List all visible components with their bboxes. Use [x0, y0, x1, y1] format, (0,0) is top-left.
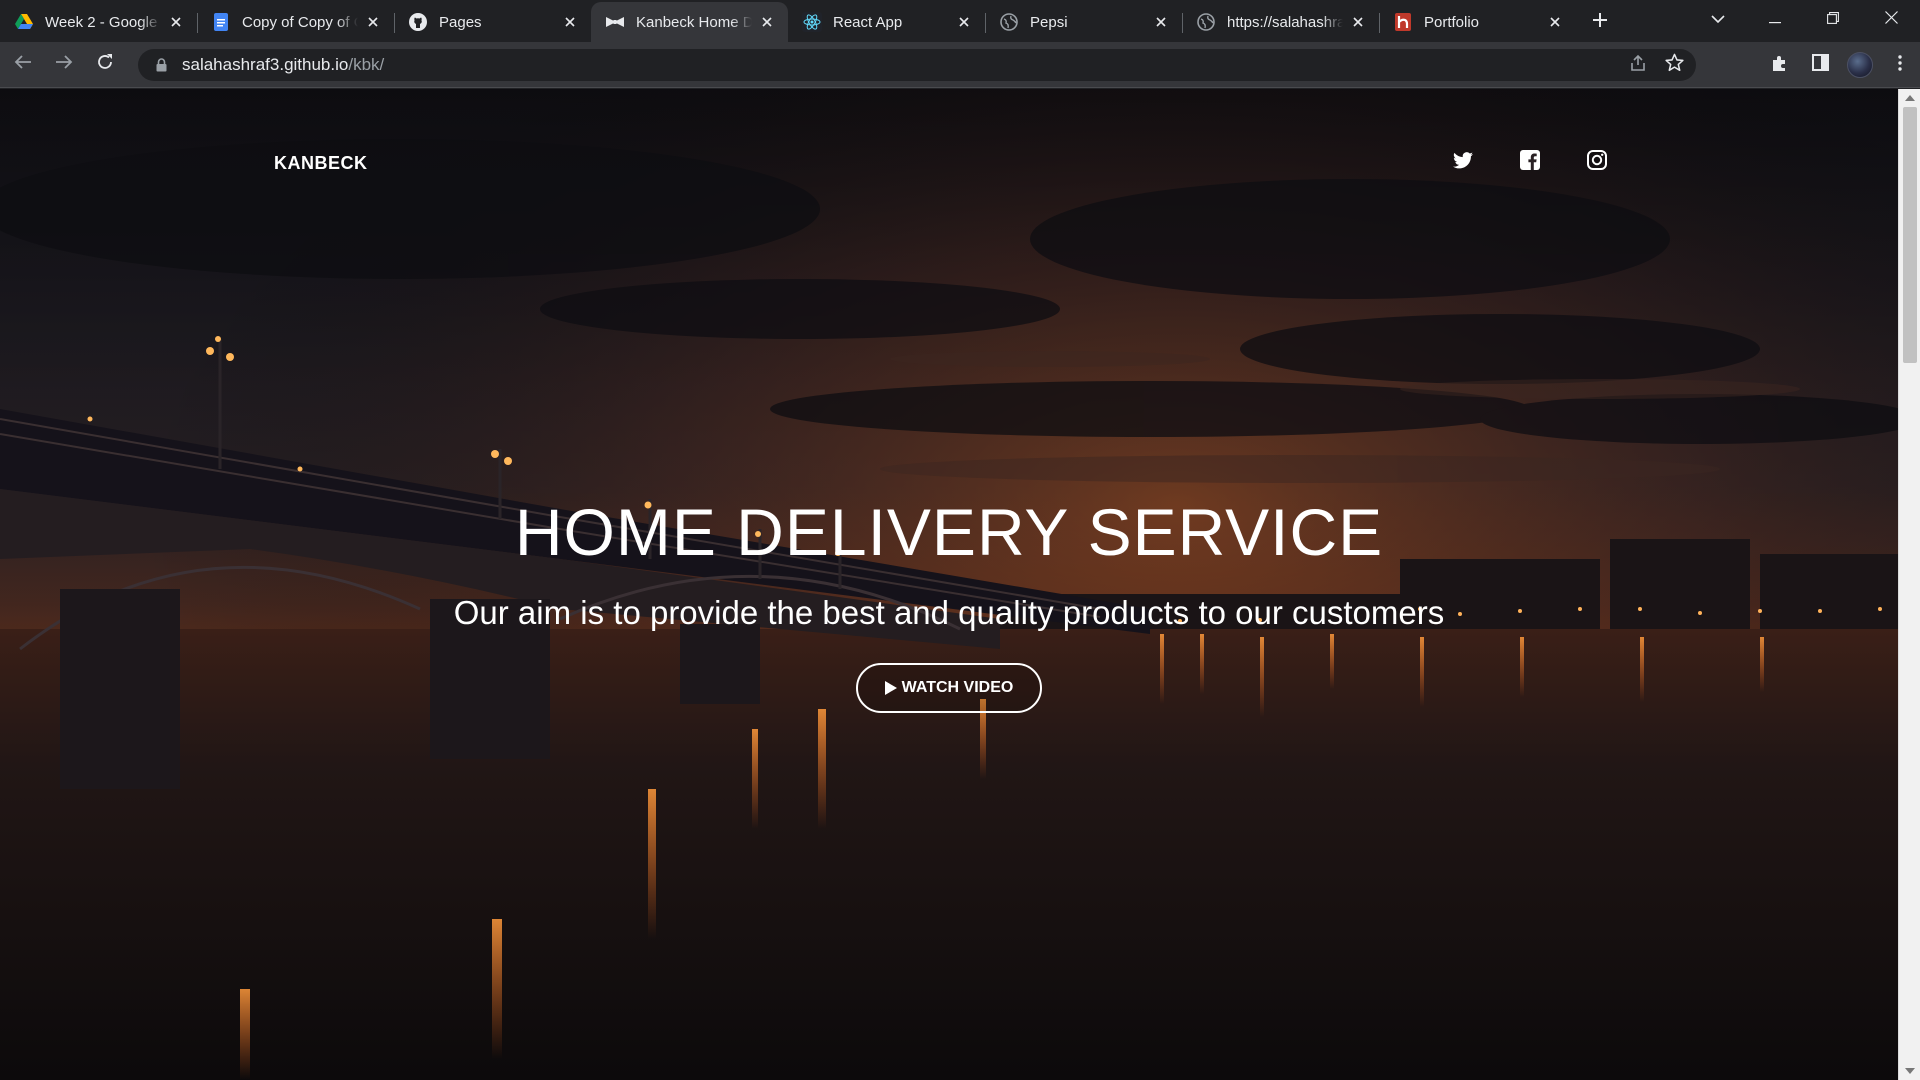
tab-portfolio[interactable]: Portfolio — [1379, 2, 1576, 42]
hero-headline: HOME DELIVERY SERVICE — [514, 495, 1384, 569]
avatar — [1847, 52, 1873, 78]
tab-list: Week 2 - Google Copy of Copy of C Pages … — [0, 2, 1620, 42]
profile-button[interactable] — [1840, 45, 1880, 85]
menu-button[interactable] — [1880, 45, 1920, 85]
tab-react-app[interactable]: React App — [788, 2, 985, 42]
browser-tab-strip: Week 2 - Google Copy of Copy of C Pages … — [0, 0, 1920, 42]
arrow-left-icon — [14, 54, 32, 75]
tab-title: React App — [833, 13, 903, 31]
arrow-right-icon — [55, 54, 73, 75]
social-links — [1452, 149, 1608, 171]
play-icon — [884, 681, 897, 695]
tab-title: Pepsi — [1030, 13, 1068, 31]
tab-title: Week 2 - Google — [45, 13, 158, 31]
globe-icon — [999, 12, 1019, 32]
omnibox-actions — [1629, 49, 1684, 81]
google-drive-icon — [14, 12, 34, 32]
scroll-down-icon[interactable] — [1905, 1068, 1915, 1074]
bookmark-star-icon[interactable] — [1665, 53, 1684, 77]
scrollbar-thumb[interactable] — [1903, 107, 1917, 363]
scroll-up-icon[interactable] — [1905, 95, 1915, 101]
twitter-icon[interactable] — [1452, 149, 1474, 171]
close-icon[interactable] — [167, 13, 185, 31]
bowtie-icon — [605, 12, 625, 32]
tab-title: Kanbeck Home D — [636, 13, 752, 31]
globe-icon — [1196, 12, 1216, 32]
reload-icon — [96, 53, 114, 76]
tab-pages[interactable]: Pages — [394, 2, 591, 42]
url-text: salahashraf3.github.io/kbk/ — [182, 55, 384, 75]
forward-button[interactable] — [46, 47, 82, 83]
lock-icon[interactable] — [152, 56, 170, 74]
side-panel-button[interactable] — [1800, 45, 1840, 85]
tab-pepsi[interactable]: Pepsi — [985, 2, 1182, 42]
react-icon — [802, 12, 822, 32]
back-button[interactable] — [5, 47, 41, 83]
tab-title: https://salahashra — [1227, 13, 1343, 31]
page-scrollbar[interactable] — [1898, 89, 1920, 1080]
google-docs-icon — [211, 12, 231, 32]
tab-search-button[interactable] — [1698, 6, 1738, 34]
facebook-icon[interactable] — [1519, 149, 1541, 171]
tab-title: Pages — [439, 13, 482, 31]
close-icon[interactable] — [1546, 13, 1564, 31]
reload-button[interactable] — [87, 47, 123, 83]
tab-week2[interactable]: Week 2 - Google — [0, 2, 197, 42]
close-icon[interactable] — [1349, 13, 1367, 31]
url-host: salahashraf3.github.io — [182, 55, 349, 74]
close-icon — [1884, 11, 1898, 29]
watch-video-button[interactable]: WATCH VIDEO — [856, 663, 1042, 713]
watch-video-label: WATCH VIDEO — [901, 679, 1014, 696]
close-icon[interactable] — [955, 13, 973, 31]
close-icon[interactable] — [758, 13, 776, 31]
address-bar[interactable]: salahashraf3.github.io/kbk/ — [138, 49, 1696, 81]
tab-title: Copy of Copy of C — [242, 13, 358, 31]
close-window-button[interactable] — [1862, 0, 1920, 40]
hero-background-image — [0, 89, 1898, 1080]
new-tab-button[interactable] — [1580, 2, 1620, 42]
instagram-icon[interactable] — [1586, 149, 1608, 171]
restore-icon — [1827, 11, 1839, 29]
share-icon[interactable] — [1629, 54, 1647, 77]
tab-copy-of-copy[interactable]: Copy of Copy of C — [197, 2, 394, 42]
close-icon[interactable] — [561, 13, 579, 31]
brand-logo[interactable]: KANBECK — [274, 153, 368, 174]
minimize-button[interactable] — [1746, 0, 1804, 40]
page-viewport: KANBECK HOME DELIVERY SERVICE Our aim is… — [0, 89, 1898, 1080]
browser-toolbar: salahashraf3.github.io/kbk/ — [0, 42, 1920, 88]
heroku-icon — [1393, 12, 1413, 32]
chevron-down-icon — [1711, 11, 1725, 29]
url-path: /kbk/ — [348, 55, 385, 74]
restore-button[interactable] — [1804, 0, 1862, 40]
tab-salahashraf[interactable]: https://salahashra — [1182, 2, 1379, 42]
kebab-menu-icon — [1898, 54, 1902, 76]
hero-section: KANBECK HOME DELIVERY SERVICE Our aim is… — [0, 89, 1898, 1080]
toolbar-right — [1760, 42, 1920, 88]
close-icon[interactable] — [364, 13, 382, 31]
window-controls — [1746, 0, 1920, 40]
tab-title: Portfolio — [1424, 13, 1480, 31]
hero-subheadline: Our aim is to provide the best and quali… — [453, 594, 1445, 631]
close-icon[interactable] — [1152, 13, 1170, 31]
plus-icon — [1592, 12, 1608, 33]
extensions-button[interactable] — [1760, 45, 1800, 85]
side-panel-icon — [1811, 54, 1829, 76]
github-icon — [408, 12, 428, 32]
puzzle-icon — [1771, 54, 1789, 77]
minimize-icon — [1769, 11, 1781, 29]
tab-kanbeck[interactable]: Kanbeck Home D — [591, 2, 788, 42]
